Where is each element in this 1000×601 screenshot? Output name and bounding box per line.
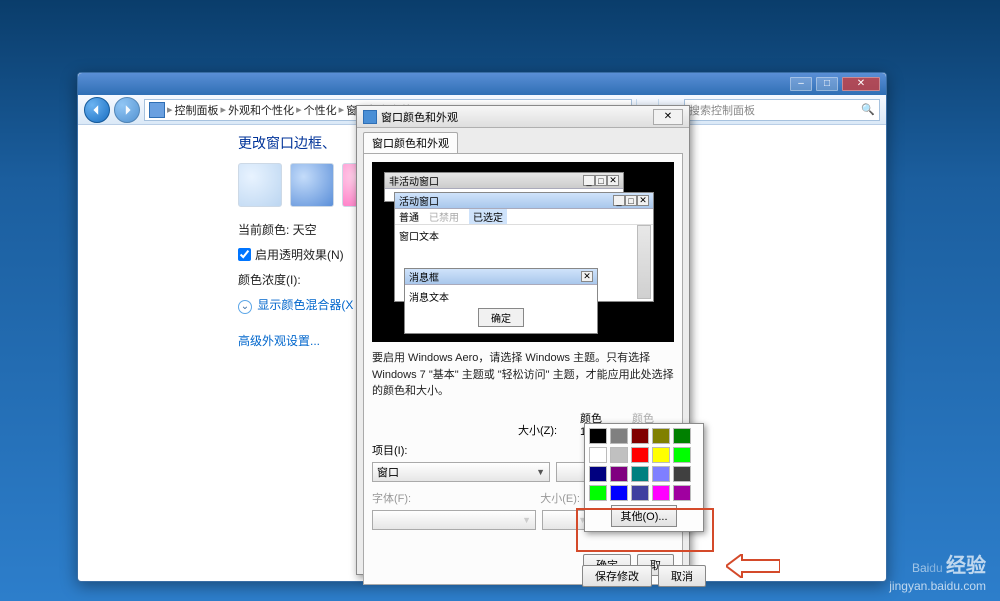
watermark: Baidu 经验 jingyan.baidu.com — [889, 553, 986, 595]
nav-forward-button[interactable] — [114, 97, 140, 123]
dialog-close-button[interactable]: ✕ — [653, 109, 683, 125]
page-button-row: 保存修改 取消 — [582, 565, 706, 587]
cancel-button[interactable]: 取消 — [658, 565, 706, 587]
minimize-button[interactable]: – — [790, 77, 812, 91]
dialog-tabs: 窗口颜色和外观 — [357, 128, 689, 153]
color-grid — [589, 428, 699, 501]
preview-window-controls: _□✕ — [583, 175, 619, 186]
dialog-title: 窗口颜色和外观 — [381, 109, 458, 125]
color-cell[interactable] — [673, 447, 691, 463]
other-colors-button[interactable]: 其他(O)... — [611, 505, 676, 527]
size2-label: 大小(E): — [540, 490, 580, 506]
preview-pane: 非活动窗口 _□✕ 活动窗口 _□✕ 普通 已禁用 已选定 窗口文本 消息框 ✕ — [372, 162, 674, 342]
maximize-button[interactable]: □ — [816, 77, 838, 91]
color-cell[interactable] — [631, 485, 649, 501]
color-cell[interactable] — [631, 428, 649, 444]
color-cell[interactable] — [631, 447, 649, 463]
color-cell[interactable] — [610, 485, 628, 501]
color-cell[interactable] — [652, 485, 670, 501]
chevron-down-icon: ⌄ — [238, 300, 252, 314]
close-button[interactable]: ✕ — [842, 77, 880, 91]
size-label: 大小(Z): — [518, 422, 570, 438]
color-cell[interactable] — [673, 428, 691, 444]
preview-scrollbar — [637, 225, 651, 299]
address-bar-icon — [149, 102, 165, 118]
font-select: ▼ — [372, 510, 536, 530]
color-cell[interactable] — [652, 428, 670, 444]
color-cell[interactable] — [631, 466, 649, 482]
color-cell[interactable] — [673, 466, 691, 482]
preview-window-text: 窗口文本 — [395, 225, 653, 246]
preview-window-controls: _□✕ — [613, 195, 649, 206]
color-cell[interactable] — [652, 466, 670, 482]
color-picker-popup: 其他(O)... — [584, 423, 704, 532]
search-icon: 🔍 — [861, 103, 875, 116]
color-cell[interactable] — [673, 485, 691, 501]
color-swatch[interactable] — [290, 163, 334, 207]
transparency-check-input[interactable] — [238, 248, 251, 261]
item-label: 项目(I): — [372, 442, 407, 458]
color-cell[interactable] — [589, 428, 607, 444]
preview-msgbox-close: ✕ — [581, 271, 593, 282]
tab-appearance[interactable]: 窗口颜色和外观 — [363, 132, 458, 153]
window-titlebar: – □ ✕ — [78, 73, 886, 95]
save-changes-button[interactable]: 保存修改 — [582, 565, 652, 587]
color-cell[interactable] — [610, 428, 628, 444]
annotation-arrow — [726, 554, 780, 583]
font-label: 字体(F): — [372, 490, 411, 506]
preview-menu: 普通 已禁用 已选定 — [395, 209, 653, 225]
search-input[interactable]: 搜索控制面板 🔍 — [684, 99, 880, 121]
preview-msgbox-ok: 确定 — [478, 308, 524, 327]
color-cell[interactable] — [610, 466, 628, 482]
color-swatch[interactable] — [238, 163, 282, 207]
color-cell[interactable] — [589, 447, 607, 463]
color-cell[interactable] — [589, 466, 607, 482]
nav-back-button[interactable] — [84, 97, 110, 123]
aero-hint-text: 要启用 Windows Aero，请选择 Windows 主题。只有选择 Win… — [372, 350, 674, 400]
search-placeholder: 搜索控制面板 — [689, 102, 755, 118]
item-select[interactable]: 窗口▼ — [372, 462, 550, 482]
preview-message-box: 消息框 ✕ 消息文本 确定 — [404, 268, 598, 334]
color-cell[interactable] — [589, 485, 607, 501]
color-cell[interactable] — [610, 447, 628, 463]
color-cell[interactable] — [652, 447, 670, 463]
dialog-icon — [363, 110, 377, 124]
dialog-titlebar: 窗口颜色和外观 ✕ — [357, 106, 689, 128]
